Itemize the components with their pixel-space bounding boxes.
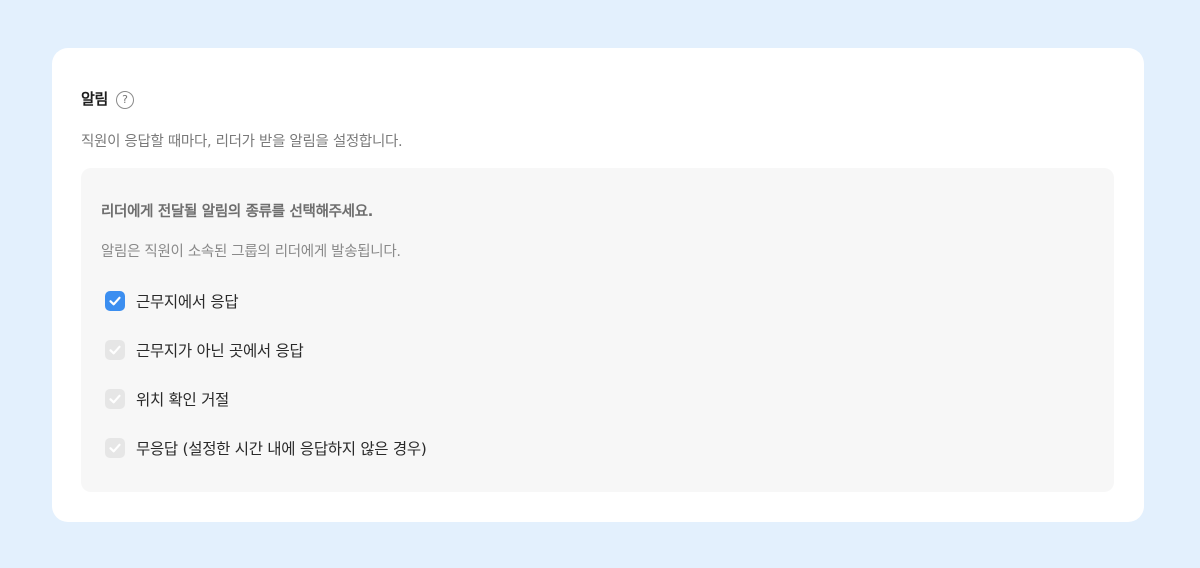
checkbox-unchecked[interactable] <box>105 438 125 458</box>
panel-heading: 리더에게 전달될 알림의 종류를 선택해주세요. <box>101 204 373 220</box>
option-respond-outside-workplace[interactable]: 근무지가 아닌 곳에서 응답 <box>105 339 304 361</box>
section-description: 직원이 응답할 때마다, 리더가 받을 알림을 설정합니다. <box>81 134 403 150</box>
panel-subtext: 알림은 직원이 소속된 그룹의 리더에게 발송됩니다. <box>101 244 401 260</box>
notification-options-panel: 리더에게 전달될 알림의 종류를 선택해주세요. 알림은 직원이 소속된 그룹의… <box>81 168 1114 492</box>
option-label: 근무지가 아닌 곳에서 응답 <box>136 342 304 360</box>
question-circle-icon[interactable]: ? <box>116 90 135 109</box>
notification-settings-card: 알림 ? 직원이 응답할 때마다, 리더가 받을 알림을 설정합니다. 리더에게… <box>52 48 1144 522</box>
option-respond-at-workplace[interactable]: 근무지에서 응답 <box>105 290 239 312</box>
page-background: 알림 ? 직원이 응답할 때마다, 리더가 받을 알림을 설정합니다. 리더에게… <box>0 0 1200 568</box>
checkbox-unchecked[interactable] <box>105 340 125 360</box>
checkmark-icon <box>109 296 121 306</box>
section-header: 알림 ? <box>81 88 135 109</box>
checkmark-icon <box>109 443 121 453</box>
option-location-denied[interactable]: 위치 확인 거절 <box>105 388 229 410</box>
checkmark-icon <box>109 345 121 355</box>
checkbox-unchecked[interactable] <box>105 389 125 409</box>
option-label: 근무지에서 응답 <box>136 293 239 311</box>
checkmark-icon <box>109 394 121 404</box>
section-title: 알림 <box>81 90 109 108</box>
option-no-response[interactable]: 무응답 (설정한 시간 내에 응답하지 않은 경우) <box>105 437 427 459</box>
option-label: 무응답 (설정한 시간 내에 응답하지 않은 경우) <box>136 440 427 458</box>
checkbox-checked[interactable] <box>105 291 125 311</box>
option-label: 위치 확인 거절 <box>136 391 230 409</box>
